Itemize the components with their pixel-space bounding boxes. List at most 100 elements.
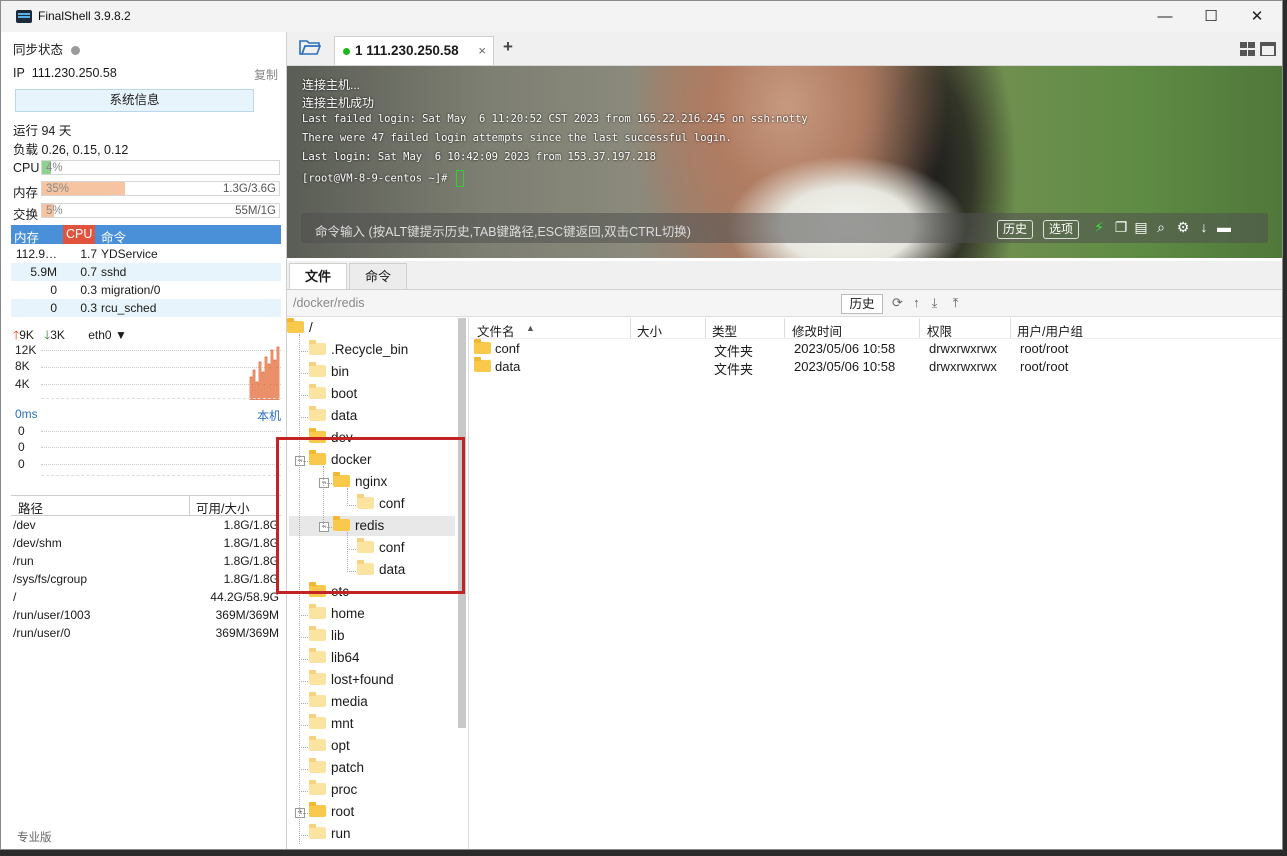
tab-commands[interactable]: 命令: [349, 263, 407, 289]
process-cpu: 0.3: [80, 283, 97, 297]
process-row[interactable]: 5.9M 0.7 sshd: [11, 263, 281, 281]
upload-icon[interactable]: ⤒: [948, 295, 963, 310]
tree-node[interactable]: lib64: [309, 648, 360, 668]
process-row[interactable]: 0 0.3 migration/0: [11, 281, 281, 299]
copy-icon[interactable]: ❐: [1113, 219, 1129, 235]
new-tab-button[interactable]: +: [503, 37, 513, 57]
process-row[interactable]: 112.9… 1.7 YDService: [11, 245, 281, 263]
terminal-line: Last login: Sat May 6 10:42:09 2023 from…: [302, 151, 656, 163]
folder-icon: [309, 384, 326, 399]
disk-row[interactable]: /dev/shm 1.8G/1.8G: [13, 536, 279, 550]
search-icon[interactable]: ⌕: [1153, 219, 1169, 235]
layout-toggle-icon[interactable]: [1240, 42, 1276, 56]
process-command: sshd: [101, 265, 127, 279]
usage-percent: 35%: [46, 183, 70, 195]
session-tab[interactable]: 1 111.230.250.58 ×: [334, 36, 494, 65]
tree-node-label: patch: [331, 760, 365, 775]
tree-node-label: /: [309, 320, 313, 335]
tree-node[interactable]: opt: [309, 736, 350, 756]
monitor-panel: 同步状态 IP 111.230.250.58 复制 系统信息 运行 94 天 负…: [1, 32, 287, 849]
terminal-cursor: [455, 170, 464, 187]
paste-icon[interactable]: ▤: [1133, 219, 1149, 235]
proc-col-mem[interactable]: 内存: [14, 227, 39, 246]
process-mem: 0: [50, 283, 57, 297]
usage-meter: 35% 1.3G/3.6G: [41, 181, 280, 196]
lightning-icon[interactable]: ⚡: [1091, 219, 1107, 235]
download-icon[interactable]: ⤓: [927, 295, 942, 310]
command-input[interactable]: 命令输入 (按ALT键提示历史,TAB键路径,ESC键返回,双击CTRL切换): [315, 221, 691, 240]
terminal-line-text: 连接主机...: [302, 78, 361, 92]
tree-node[interactable]: bin: [309, 362, 349, 382]
col-permission[interactable]: 权限: [927, 321, 952, 340]
maximize-terminal-icon[interactable]: ▬: [1216, 219, 1232, 235]
tree-node[interactable]: data: [309, 406, 357, 426]
disk-row[interactable]: /run/user/1003 369M/369M: [13, 608, 279, 622]
command-history-button[interactable]: 历史: [997, 220, 1034, 239]
disk-row[interactable]: / 44.2G/58.9G: [13, 590, 279, 604]
tree-node[interactable]: home: [309, 604, 365, 624]
open-folder-icon[interactable]: [299, 38, 321, 56]
terminal-panel[interactable]: 连接主机... 连接主机成功 Last failed login: Sat May …: [287, 66, 1282, 258]
process-row[interactable]: 0 0.3 rcu_sched: [11, 299, 281, 317]
network-interface-select[interactable]: eth0 ▼: [88, 328, 127, 342]
tree-node[interactable]: mnt: [309, 714, 354, 734]
close-button[interactable]: ✕: [1234, 1, 1280, 32]
net-tick-1: 12K: [15, 343, 37, 357]
disk-row[interactable]: /dev 1.8G/1.8G: [13, 518, 279, 532]
disk-row[interactable]: /sys/fs/cgroup 1.8G/1.8G: [13, 572, 279, 586]
disk-row[interactable]: /run 1.8G/1.8G: [13, 554, 279, 568]
proc-col-cmd[interactable]: 命令: [101, 227, 126, 246]
tree-node[interactable]: lib: [309, 626, 345, 646]
usage-amount: 1.3G/3.6G: [222, 183, 276, 195]
terminal-line: [root@VM-8-9-centos ~]#: [302, 170, 464, 187]
disk-col-size[interactable]: 可用/大小: [196, 498, 249, 517]
net-tick-2: 8K: [15, 359, 30, 373]
current-path[interactable]: /docker/redis: [293, 296, 365, 310]
ip-label: IP: [13, 66, 25, 80]
tab-files[interactable]: 文件: [289, 263, 347, 289]
copy-ip-button[interactable]: 复制: [254, 66, 278, 83]
tree-node[interactable]: .Recycle_bin: [309, 340, 408, 360]
tree-node[interactable]: run: [309, 824, 351, 844]
disk-row[interactable]: /run/user/0 369M/369M: [13, 626, 279, 640]
folder-icon: [309, 802, 326, 817]
proc-col-cpu[interactable]: CPU: [63, 225, 96, 244]
close-tab-button[interactable]: ×: [478, 37, 486, 65]
col-filename[interactable]: 文件名: [477, 321, 515, 340]
file-row[interactable]: data 文件夹 2023/05/06 10:58 drwxrwxrwx root/ro…: [470, 357, 1110, 377]
meter-label: 交换: [13, 208, 39, 222]
folder-icon: [309, 736, 326, 751]
tree-node[interactable]: patch: [309, 758, 364, 778]
gear-icon[interactable]: ⚙: [1175, 219, 1191, 235]
finalshell-logo-icon: [16, 10, 32, 23]
col-size[interactable]: 大小: [637, 321, 662, 340]
tree-node[interactable]: lost+found: [309, 670, 394, 690]
minimize-button[interactable]: —: [1142, 1, 1188, 32]
maximize-button[interactable]: ☐: [1188, 1, 1234, 32]
tree-node[interactable]: media: [309, 692, 368, 712]
tree-node-label: lib: [331, 628, 345, 643]
process-table-header[interactable]: 内存 CPU 命令: [11, 225, 281, 246]
col-type[interactable]: 类型: [712, 321, 737, 340]
tree-node-label: media: [331, 694, 368, 709]
file-permission: drwxrwxrwx: [929, 341, 997, 356]
disk-table-header[interactable]: 路径 可用/大小: [11, 495, 281, 516]
file-row[interactable]: conf 文件夹 2023/05/06 10:58 drwxrwxrwx root/ro…: [470, 339, 1110, 359]
scroll-down-icon[interactable]: ↓: [1196, 219, 1212, 235]
disk-col-path[interactable]: 路径: [18, 498, 43, 517]
refresh-icon[interactable]: ⟳: [890, 295, 905, 310]
ping-host[interactable]: 本机: [257, 407, 281, 424]
tree-node-label: data: [331, 408, 358, 423]
up-directory-icon[interactable]: ↑: [909, 295, 924, 310]
path-history-button[interactable]: 历史: [841, 294, 883, 314]
file-owner: root/root: [1020, 359, 1069, 374]
col-owner[interactable]: 用户/用户组: [1017, 321, 1083, 340]
tree-node[interactable]: root: [309, 802, 354, 822]
process-cpu: 1.7: [80, 247, 97, 261]
tree-node[interactable]: boot: [309, 384, 357, 404]
system-info-button[interactable]: 系统信息: [15, 89, 254, 112]
usage-meter: 4%: [41, 160, 280, 175]
command-options-button[interactable]: 选项: [1043, 220, 1080, 239]
col-modified[interactable]: 修改时间: [792, 321, 842, 340]
tree-node[interactable]: proc: [309, 780, 357, 800]
